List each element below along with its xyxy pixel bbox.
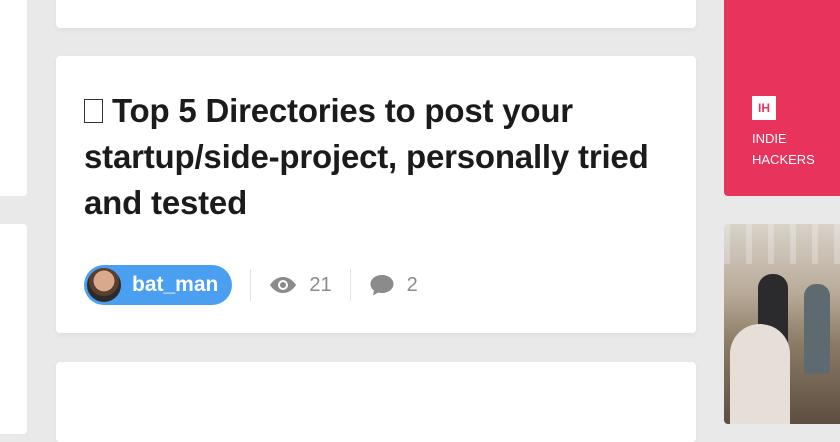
post-card[interactable]: Top 5 Directories to post your startup/s… bbox=[56, 56, 696, 333]
comment-icon bbox=[370, 275, 394, 296]
previous-post-card[interactable] bbox=[56, 0, 696, 28]
post-title[interactable]: Top 5 Directories to post your startup/s… bbox=[84, 88, 664, 226]
photo-person bbox=[730, 324, 790, 424]
post-title-text: Top 5 Directories to post your startup/s… bbox=[84, 92, 649, 221]
photo-ceiling-lights bbox=[724, 224, 840, 264]
author-chip[interactable]: bat_man bbox=[84, 265, 233, 305]
ih-brand-line2: HACKERS bbox=[752, 152, 815, 167]
eye-icon bbox=[270, 277, 297, 293]
ih-brand-text: INDIE HACKERS bbox=[752, 128, 815, 170]
comment-count-value: 2 bbox=[406, 273, 418, 296]
photo-person bbox=[804, 284, 830, 374]
next-post-card[interactable] bbox=[56, 362, 696, 442]
meta-divider bbox=[349, 269, 351, 301]
view-count: 21 bbox=[269, 273, 332, 297]
ih-logo: IH bbox=[752, 96, 776, 120]
missing-emoji-icon bbox=[84, 99, 103, 123]
adjacent-card-left-bottom bbox=[0, 224, 27, 434]
meta-divider bbox=[250, 269, 252, 301]
post-meta: bat_man 21 2 bbox=[84, 264, 418, 306]
sidebar-photo[interactable] bbox=[724, 224, 840, 424]
comment-count[interactable]: 2 bbox=[369, 273, 418, 297]
ih-brand-line1: INDIE bbox=[752, 131, 787, 146]
indie-hackers-ad[interactable]: IH INDIE HACKERS bbox=[724, 0, 840, 196]
author-name: bat_man bbox=[132, 273, 219, 296]
author-avatar bbox=[85, 266, 123, 304]
adjacent-card-left-top bbox=[0, 0, 27, 196]
view-count-value: 21 bbox=[309, 273, 332, 296]
